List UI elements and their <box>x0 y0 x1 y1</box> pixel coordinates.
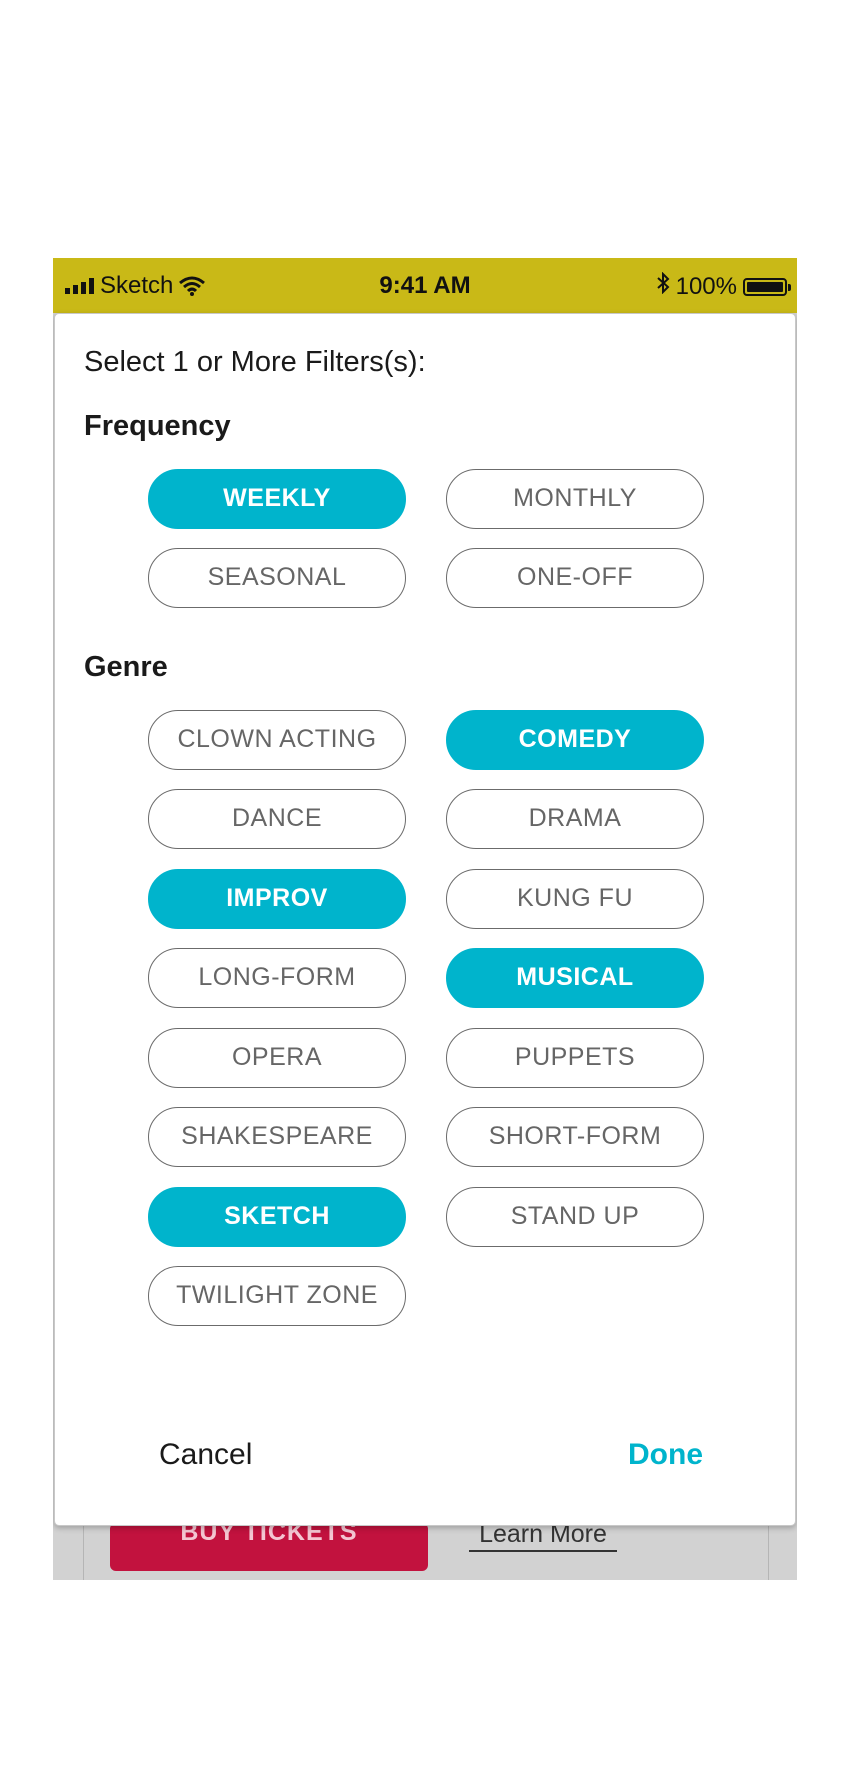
cancel-button[interactable]: Cancel <box>159 1438 252 1472</box>
phone-screen: Sketch 9:41 AM 100% BUY TICKETS Learn Mo… <box>53 258 797 1580</box>
chip-one-off[interactable]: ONE-OFF <box>446 548 704 608</box>
chip-monthly[interactable]: MONTHLY <box>446 469 704 529</box>
modal-title: Select 1 or More Filters(s): <box>84 346 426 378</box>
chip-stand-up[interactable]: STAND UP <box>446 1187 704 1247</box>
chip-improv[interactable]: IMPROV <box>148 869 406 929</box>
chip-short-form[interactable]: SHORT-FORM <box>446 1107 704 1167</box>
chip-sketch[interactable]: SKETCH <box>148 1187 406 1247</box>
status-right: 100% <box>656 271 791 301</box>
chip-opera[interactable]: OPERA <box>148 1028 406 1088</box>
frequency-heading: Frequency <box>84 410 231 442</box>
chip-long-form[interactable]: LONG-FORM <box>148 948 406 1008</box>
chip-drama[interactable]: DRAMA <box>446 789 704 849</box>
chip-kung-fu[interactable]: KUNG FU <box>446 869 704 929</box>
status-bar: Sketch 9:41 AM 100% <box>53 258 797 313</box>
chip-musical[interactable]: MUSICAL <box>446 948 704 1008</box>
learn-more-link[interactable]: Learn More <box>469 1526 617 1552</box>
chip-clown-acting[interactable]: CLOWN ACTING <box>148 710 406 770</box>
chip-weekly[interactable]: WEEKLY <box>148 469 406 529</box>
battery-percent: 100% <box>675 272 737 300</box>
buy-tickets-button[interactable]: BUY TICKETS <box>110 1523 428 1571</box>
chip-comedy[interactable]: COMEDY <box>446 710 704 770</box>
chip-seasonal[interactable]: SEASONAL <box>148 548 406 608</box>
genre-heading: Genre <box>84 651 168 683</box>
battery-icon <box>743 277 791 296</box>
bluetooth-icon <box>656 271 670 301</box>
done-button[interactable]: Done <box>628 1438 703 1472</box>
chip-twilight-zone[interactable]: TWILIGHT ZONE <box>148 1266 406 1326</box>
chip-shakespeare[interactable]: SHAKESPEARE <box>148 1107 406 1167</box>
chip-puppets[interactable]: PUPPETS <box>446 1028 704 1088</box>
chip-dance[interactable]: DANCE <box>148 789 406 849</box>
filter-modal: Select 1 or More Filters(s): Frequency W… <box>54 313 796 1526</box>
